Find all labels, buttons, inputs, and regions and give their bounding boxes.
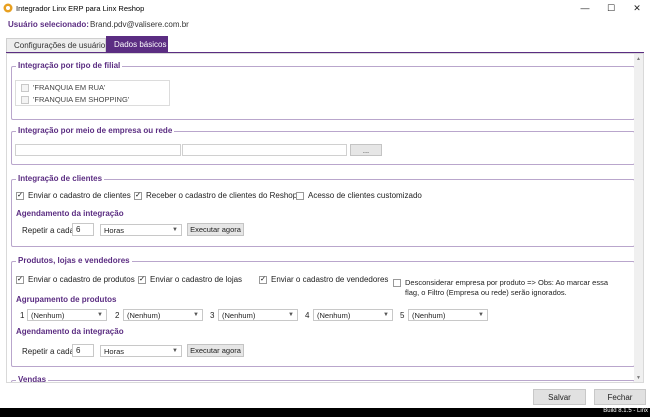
- clientes-group-title: Integração de clientes: [16, 174, 105, 183]
- send-products-check[interactable]: ✓ Enviar o cadastro de produtos: [16, 275, 135, 284]
- empresa-group-title: Integração por meio de empresa ou rede: [16, 126, 175, 135]
- checkbox-icon[interactable]: [296, 191, 304, 200]
- check-label: Enviar o cadastro de vendedores: [271, 275, 389, 284]
- app-icon: [3, 3, 13, 13]
- check-label: Desconsiderar empresa por produto => Obs…: [405, 278, 608, 298]
- empresa-browse-button[interactable]: ...: [350, 144, 382, 156]
- selected-user-value: Brand.pdv@valisere.com.br: [90, 20, 189, 29]
- tab-content-panel: Integração por tipo de filial 'FRANQUIA …: [6, 53, 644, 383]
- save-button[interactable]: Salvar: [533, 389, 586, 405]
- list-item[interactable]: 'FRANQUIA EM RUA': [21, 83, 105, 92]
- grouping-select-3[interactable]: (Nenhum) ▼: [218, 309, 298, 321]
- send-clients-check[interactable]: ✓ Enviar o cadastro de clientes: [16, 191, 131, 200]
- select-value: (Nenhum): [31, 310, 65, 320]
- filial-group: Integração por tipo de filial 'FRANQUIA …: [11, 61, 635, 120]
- empresa-name-input[interactable]: [182, 144, 347, 156]
- empresa-code-input[interactable]: [15, 144, 181, 156]
- check-label: Enviar o cadastro de produtos: [28, 275, 135, 284]
- select-value: (Nenhum): [412, 310, 446, 320]
- grouping-index: 2: [115, 311, 120, 320]
- list-item[interactable]: 'FRANQUIA EM SHOPPING': [21, 95, 129, 104]
- close-button[interactable]: ✕: [624, 0, 650, 16]
- chevron-down-icon: ▼: [172, 348, 178, 354]
- grouping-select-5[interactable]: (Nenhum) ▼: [408, 309, 488, 321]
- status-bar: Build 8.1.5 - Linx: [0, 408, 650, 417]
- produtos-unit-select[interactable]: Horas ▼: [100, 345, 182, 357]
- checkbox-checked-icon[interactable]: ✓: [134, 191, 142, 200]
- select-value: (Nenhum): [222, 310, 256, 320]
- chevron-down-icon: ▼: [478, 312, 484, 318]
- check-label: Enviar o cadastro de clientes: [28, 191, 131, 200]
- check-label: Receber o cadastro de clientes do Reshop: [146, 191, 298, 200]
- clientes-schedule-label: Agendamento da integração: [16, 209, 124, 218]
- send-sellers-check[interactable]: ✓ Enviar o cadastro de vendedores: [259, 275, 388, 284]
- vendas-group-title: Vendas: [16, 375, 49, 383]
- ignore-company-check[interactable]: Desconsiderar empresa por produto => Obs…: [393, 278, 608, 298]
- chevron-down-icon: ▼: [97, 312, 103, 318]
- empresa-group: Integração por meio de empresa ou rede .…: [11, 126, 635, 165]
- grouping-label: Agrupamento de produtos: [16, 295, 117, 304]
- check-label: Acesso de clientes customizado: [308, 191, 422, 200]
- clientes-group: Integração de clientes ✓ Enviar o cadast…: [11, 174, 635, 247]
- chevron-down-icon: ▼: [383, 312, 389, 318]
- scroll-down-icon[interactable]: ▼: [634, 373, 643, 382]
- check-label-line: Desconsiderar empresa por produto => Obs…: [405, 278, 609, 287]
- title-bar: Integrador Linx ERP para Linx Reshop — ☐…: [0, 0, 650, 16]
- grouping-select-1[interactable]: (Nenhum) ▼: [27, 309, 107, 321]
- select-value: Horas: [104, 346, 125, 356]
- grouping-index: 3: [210, 311, 215, 320]
- grouping-select-2[interactable]: (Nenhum) ▼: [123, 309, 203, 321]
- vertical-scrollbar[interactable]: [634, 54, 643, 382]
- select-value: Horas: [104, 225, 125, 235]
- receive-clients-check[interactable]: ✓ Receber o cadastro de clientes do Resh…: [134, 191, 297, 200]
- checkbox-icon[interactable]: [393, 279, 401, 287]
- chevron-down-icon: ▼: [193, 312, 199, 318]
- chevron-down-icon: ▼: [172, 227, 178, 233]
- grouping-index: 4: [305, 311, 310, 320]
- maximize-button[interactable]: ☐: [598, 0, 624, 16]
- filial-group-title: Integração por tipo de filial: [16, 61, 123, 70]
- vendas-group: Vendas: [11, 375, 635, 382]
- grouping-select-4[interactable]: (Nenhum) ▼: [313, 309, 393, 321]
- produtos-schedule-label: Agendamento da integração: [16, 327, 124, 336]
- grouping-index: 1: [20, 311, 25, 320]
- select-value: (Nenhum): [127, 310, 161, 320]
- checkbox-icon[interactable]: [21, 95, 29, 104]
- checkbox-checked-icon[interactable]: ✓: [16, 191, 24, 200]
- tab-basic-data[interactable]: Dados básicos: [106, 36, 168, 52]
- checkbox-checked-icon[interactable]: ✓: [138, 275, 146, 284]
- clientes-repeat-input[interactable]: 6: [72, 223, 94, 236]
- select-value: (Nenhum): [317, 310, 351, 320]
- checkbox-icon[interactable]: [21, 83, 29, 92]
- build-version: Build 8.1.5 - Linx: [603, 408, 648, 414]
- send-stores-check[interactable]: ✓ Enviar o cadastro de lojas: [138, 275, 242, 284]
- produtos-run-now-button[interactable]: Executar agora: [187, 344, 244, 357]
- minimize-button[interactable]: —: [572, 0, 598, 16]
- filial-list[interactable]: 'FRANQUIA EM RUA' 'FRANQUIA EM SHOPPING': [15, 80, 170, 106]
- list-item-label: 'FRANQUIA EM RUA': [33, 83, 106, 92]
- tab-user-settings[interactable]: Configurações de usuário: [6, 38, 106, 52]
- produtos-repeat-label: Repetir a cada: [22, 347, 75, 356]
- chevron-down-icon: ▼: [288, 312, 294, 318]
- scroll-up-icon[interactable]: ▲: [634, 54, 643, 63]
- check-label-line: flag, o Filtro (Empresa ou rede) serão i…: [405, 288, 567, 297]
- produtos-repeat-input[interactable]: 6: [72, 344, 94, 357]
- checkbox-checked-icon[interactable]: ✓: [259, 275, 267, 284]
- selected-user-label: Usuário selecionado:: [8, 20, 89, 29]
- custom-client-access-check[interactable]: Acesso de clientes customizado: [296, 191, 422, 200]
- clientes-run-now-button[interactable]: Executar agora: [187, 223, 244, 236]
- clientes-repeat-label: Repetir a cada: [22, 226, 75, 235]
- grouping-index: 5: [400, 311, 405, 320]
- close-dialog-button[interactable]: Fechar: [594, 389, 646, 405]
- window-title: Integrador Linx ERP para Linx Reshop: [16, 4, 145, 13]
- checkbox-checked-icon[interactable]: ✓: [16, 275, 24, 284]
- list-item-label: 'FRANQUIA EM SHOPPING': [33, 95, 130, 104]
- produtos-group: Produtos, lojas e vendedores ✓ Enviar o …: [11, 256, 635, 367]
- produtos-group-title: Produtos, lojas e vendedores: [16, 256, 132, 265]
- check-label: Enviar o cadastro de lojas: [150, 275, 243, 284]
- clientes-unit-select[interactable]: Horas ▼: [100, 224, 182, 236]
